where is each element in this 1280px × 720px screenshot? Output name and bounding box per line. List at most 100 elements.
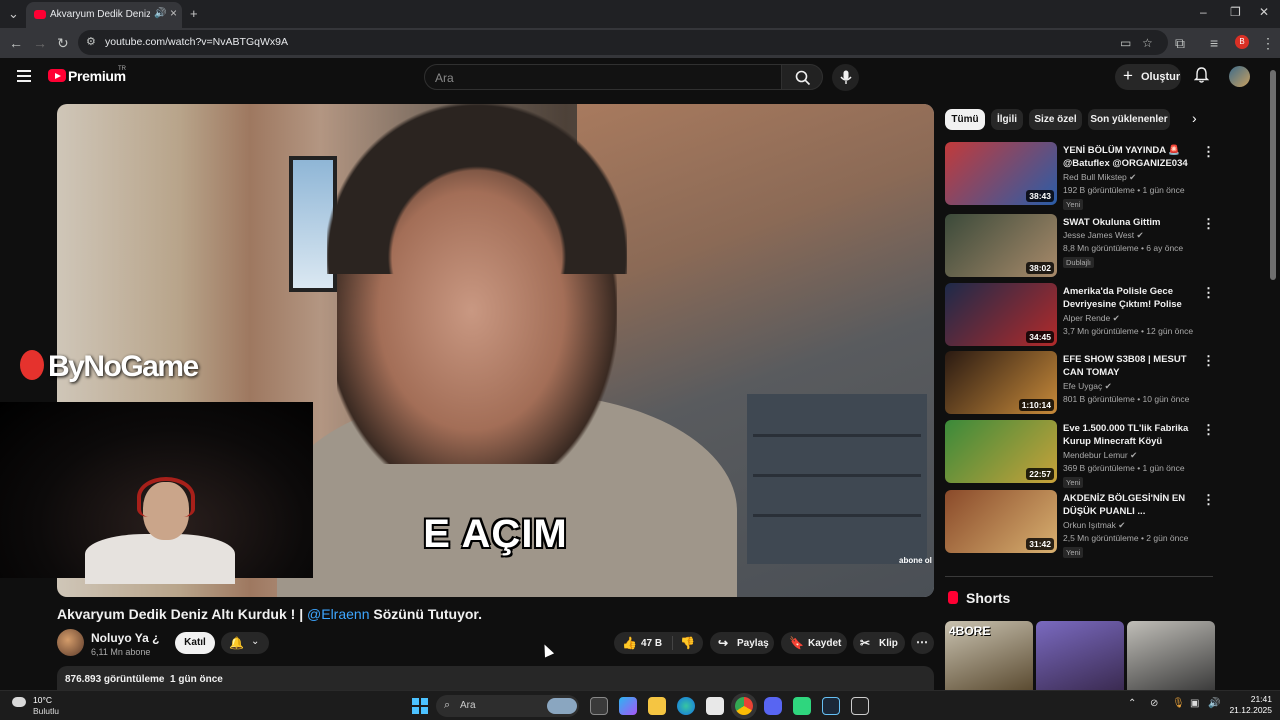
browser-profile-avatar[interactable]: B [1235, 35, 1249, 49]
chrome-icon[interactable] [735, 697, 753, 715]
cloud-weather-icon[interactable] [12, 697, 26, 707]
site-info-icon[interactable]: ⚙ [86, 35, 96, 48]
bookmark-star-icon[interactable]: ☆ [1142, 36, 1153, 50]
back-icon[interactable]: ← [9, 35, 23, 51]
recommendation-item[interactable]: 22:57 Eve 1.500.000 TL'lik Fabrika Kurup … [945, 420, 1215, 488]
recommendation-thumbnail[interactable]: 31:42 [945, 490, 1057, 553]
task-view-icon[interactable] [590, 697, 608, 715]
reload-icon[interactable]: ↻ [57, 35, 69, 52]
more-vertical-icon[interactable]: ⋮ [1202, 285, 1215, 301]
recommendation-item[interactable]: 1:10:14 EFE SHOW S3B08 | MESUT CAN TOMAY E… [945, 351, 1215, 415]
subscription-notification-button[interactable]: 🔔 ⌄ [221, 632, 269, 654]
cast-icon[interactable]: ▭ [1120, 36, 1131, 50]
recommendation-title[interactable]: EFE SHOW S3B08 | MESUT CAN TOMAY [1063, 353, 1195, 379]
channel-avatar[interactable] [57, 629, 84, 656]
voice-search-button[interactable] [832, 64, 859, 91]
channel-name[interactable]: Noluyo Ya ¿ [91, 631, 159, 645]
recommendation-item[interactable]: 38:02 SWAT Okuluna Gittim Jesse James West… [945, 214, 1215, 278]
recommendation-item[interactable]: 34:45 Amerika'da Polisle Gece Devriyesine… [945, 283, 1215, 347]
browser-tab[interactable]: Akvaryum Dedik Deniz Altı Kurduk ! | @El… [26, 2, 182, 28]
recommendation-item[interactable]: 38:43 YENİ BÖLÜM YAYINDA 🚨 @Batuflex @ORG… [945, 142, 1215, 210]
recommendation-channel[interactable]: Mendebur Lemur ✔ [1063, 450, 1137, 461]
short-thumbnail[interactable] [1127, 621, 1215, 691]
app-icon[interactable] [793, 697, 811, 715]
search-button[interactable] [781, 64, 823, 90]
recommendation-title[interactable]: Eve 1.500.000 TL'lik Fabrika Kurup Minec… [1063, 422, 1195, 448]
maximize-icon[interactable]: ❐ [1230, 5, 1241, 19]
short-thumbnail[interactable]: 4BORE [945, 621, 1033, 691]
tray-display-icon[interactable]: ▣ [1190, 698, 1199, 709]
chip-all[interactable]: Tümü [945, 109, 985, 130]
taskbar-search[interactable]: ⌕ Ara [436, 695, 579, 717]
discord-icon[interactable] [764, 697, 782, 715]
browser-menu-icon[interactable]: ⋮ [1261, 35, 1275, 52]
description-box[interactable]: 876.893 görüntüleme 1 gün önce [57, 666, 934, 692]
recommendation-channel[interactable]: Efe Uygaç ✔ [1063, 381, 1112, 392]
recommendation-thumbnail[interactable]: 34:45 [945, 283, 1057, 346]
weather-temperature[interactable]: 10°C [33, 695, 52, 705]
recommendation-title[interactable]: AKDENİZ BÖLGESİ'NİN EN DÜŞÜK PUANLI ... [1063, 492, 1195, 518]
save-button[interactable]: 🔖 Kaydet [781, 632, 847, 654]
recommendation-thumbnail[interactable]: 38:43 [945, 142, 1057, 205]
media-control-icon[interactable]: ≡ [1210, 35, 1218, 51]
windows-start-icon[interactable] [412, 698, 428, 714]
video-title-mention-link[interactable]: @Elraenn [307, 606, 369, 622]
store-icon[interactable] [706, 697, 724, 715]
chip-recently-uploaded[interactable]: Son yüklenenler [1088, 109, 1170, 130]
recommendation-channel[interactable]: Jesse James West ✔ [1063, 230, 1144, 241]
edge-icon[interactable] [677, 697, 695, 715]
recommendation-thumbnail[interactable]: 38:02 [945, 214, 1057, 277]
like-icon[interactable]: 👍 [622, 636, 637, 650]
more-actions-button[interactable]: ⋯ [911, 632, 934, 654]
tray-mic-icon[interactable]: 🎙 [1172, 698, 1185, 709]
copilot-icon[interactable] [619, 697, 637, 715]
recommendation-title[interactable]: Amerika'da Polisle Gece Devriyesine Çıkt… [1063, 285, 1195, 311]
more-vertical-icon[interactable]: ⋮ [1202, 492, 1215, 508]
chip-for-you[interactable]: Size özel [1029, 109, 1082, 130]
forward-icon[interactable]: → [33, 35, 47, 51]
recommendation-thumbnail[interactable]: 22:57 [945, 420, 1057, 483]
create-button[interactable]: + Oluştur [1115, 64, 1181, 90]
epic-games-icon[interactable] [851, 697, 869, 715]
more-vertical-icon[interactable]: ⋮ [1202, 216, 1215, 232]
tray-volume-icon[interactable]: 🔊 [1208, 698, 1220, 709]
notifications-bell-icon[interactable] [1194, 67, 1209, 83]
chevron-right-icon[interactable]: › [1192, 110, 1197, 126]
join-button[interactable]: Katıl [175, 632, 215, 654]
recommendation-title[interactable]: YENİ BÖLÜM YAYINDA 🚨 @Batuflex @ORGANIZE… [1063, 144, 1195, 170]
address-bar[interactable]: ⚙ youtube.com/watch?v=NvABTGqWx9A ▭ ☆ [78, 30, 1168, 55]
more-vertical-icon[interactable]: ⋮ [1202, 353, 1215, 369]
account-avatar[interactable] [1229, 66, 1250, 87]
search-input[interactable]: Ara [424, 64, 782, 90]
tab-search-icon[interactable]: ⌄ [8, 6, 19, 22]
minimize-icon[interactable]: – [1200, 5, 1207, 19]
new-tab-icon[interactable]: + [190, 6, 198, 21]
share-button[interactable]: ↪ Paylaş [710, 632, 774, 654]
tray-overflow-icon[interactable]: ⌃ [1128, 698, 1136, 709]
close-window-icon[interactable]: ✕ [1259, 5, 1269, 19]
clock-time[interactable]: 21:41 [1238, 694, 1272, 704]
more-vertical-icon[interactable]: ⋮ [1202, 144, 1215, 160]
page-scrollbar[interactable] [1270, 70, 1276, 280]
recommendation-channel[interactable]: Alper Rende ✔ [1063, 313, 1120, 324]
recommendation-title[interactable]: SWAT Okuluna Gittim [1063, 216, 1195, 229]
like-count[interactable]: 47 B [641, 638, 662, 649]
tab-audio-icon[interactable]: 🔊 [154, 8, 166, 19]
extensions-icon[interactable]: ⧉ [1175, 35, 1185, 52]
tab-close-icon[interactable]: × [170, 6, 177, 20]
weather-description[interactable]: Bulutlu [33, 706, 59, 716]
short-thumbnail[interactable] [1036, 621, 1124, 691]
youtube-logo-icon[interactable] [48, 69, 66, 82]
clip-button[interactable]: ✂ Klip [853, 632, 905, 654]
tray-network-icon[interactable]: ⊘ [1150, 698, 1158, 709]
recommendation-channel[interactable]: Orkun Işıtmak ✔ [1063, 520, 1125, 531]
menu-icon[interactable] [17, 70, 31, 82]
chip-related[interactable]: İlgili [991, 109, 1023, 130]
file-explorer-icon[interactable] [648, 697, 666, 715]
steam-icon[interactable] [822, 697, 840, 715]
recommendation-thumbnail[interactable]: 1:10:14 [945, 351, 1057, 414]
clock-date[interactable]: 21.12.2025 [1226, 705, 1272, 715]
recommendation-channel[interactable]: Red Bull Mikstep ✔ [1063, 172, 1136, 183]
dislike-icon[interactable]: 👎 [680, 636, 695, 650]
recommendation-item[interactable]: 31:42 AKDENİZ BÖLGESİ'NİN EN DÜŞÜK PUANLI… [945, 490, 1215, 558]
